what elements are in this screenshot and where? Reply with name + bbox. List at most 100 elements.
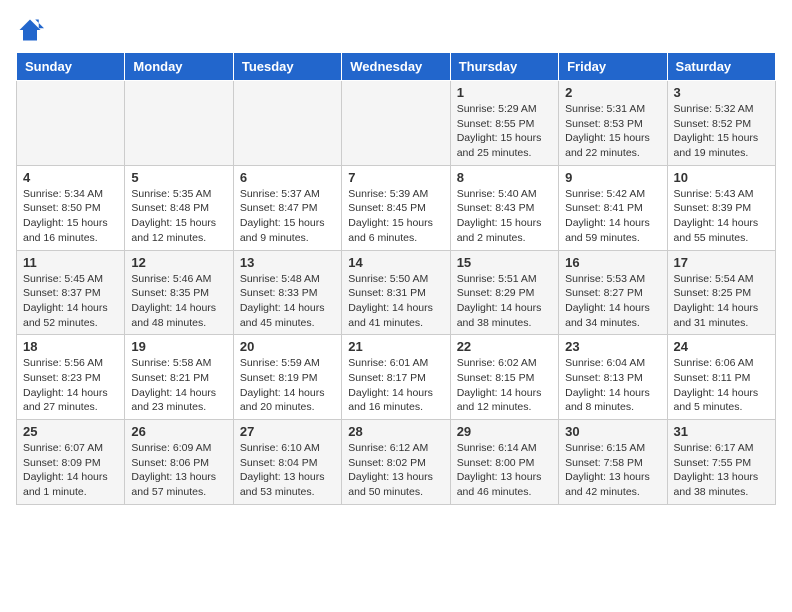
day-number: 22	[457, 339, 552, 354]
calendar-cell: 27 Sunrise: 6:10 AMSunset: 8:04 PMDayligh…	[233, 420, 341, 505]
day-info: Sunrise: 6:10 AMSunset: 8:04 PMDaylight:…	[240, 441, 335, 500]
day-info: Sunrise: 6:01 AMSunset: 8:17 PMDaylight:…	[348, 356, 443, 415]
calendar-cell: 1Sunrise: 5:29 AMSunset: 8:55 PMDaylight…	[450, 81, 558, 166]
calendar-cell: 15 Sunrise: 5:51 AMSunset: 8:29 PMDayligh…	[450, 250, 558, 335]
calendar-header-monday: Monday	[125, 53, 233, 81]
calendar-cell	[233, 81, 341, 166]
calendar-cell	[17, 81, 125, 166]
day-info: Sunrise: 6:02 AMSunset: 8:15 PMDaylight:…	[457, 356, 552, 415]
day-info: Sunrise: 5:45 AMSunset: 8:37 PMDaylight:…	[23, 272, 118, 331]
day-info: Sunrise: 6:12 AMSunset: 8:02 PMDaylight:…	[348, 441, 443, 500]
day-number: 2	[565, 85, 660, 100]
day-info: Sunrise: 5:34 AMSunset: 8:50 PMDaylight:…	[23, 187, 118, 246]
calendar-cell	[342, 81, 450, 166]
day-number: 7	[348, 170, 443, 185]
calendar-cell: 9 Sunrise: 5:42 AMSunset: 8:41 PMDaylight…	[559, 165, 667, 250]
day-number: 13	[240, 255, 335, 270]
day-number: 26	[131, 424, 226, 439]
day-number: 27	[240, 424, 335, 439]
day-info: Sunrise: 5:46 AMSunset: 8:35 PMDaylight:…	[131, 272, 226, 331]
day-info: Sunrise: 5:58 AMSunset: 8:21 PMDaylight:…	[131, 356, 226, 415]
calendar-cell	[125, 81, 233, 166]
day-number: 4	[23, 170, 118, 185]
calendar-header-wednesday: Wednesday	[342, 53, 450, 81]
logo	[16, 16, 48, 44]
day-info: Sunrise: 6:07 AMSunset: 8:09 PMDaylight:…	[23, 441, 118, 500]
calendar-cell: 2 Sunrise: 5:31 AMSunset: 8:53 PMDaylight…	[559, 81, 667, 166]
calendar-cell: 31 Sunrise: 6:17 AMSunset: 7:55 PMDayligh…	[667, 420, 775, 505]
calendar-cell: 7Sunrise: 5:39 AMSunset: 8:45 PMDaylight…	[342, 165, 450, 250]
calendar-cell: 26 Sunrise: 6:09 AMSunset: 8:06 PMDayligh…	[125, 420, 233, 505]
day-number: 29	[457, 424, 552, 439]
calendar-cell: 20 Sunrise: 5:59 AMSunset: 8:19 PMDayligh…	[233, 335, 341, 420]
day-info: Sunrise: 6:15 AMSunset: 7:58 PMDaylight:…	[565, 441, 660, 500]
day-number: 8	[457, 170, 552, 185]
day-info: Sunrise: 5:43 AMSunset: 8:39 PMDaylight:…	[674, 187, 769, 246]
calendar-cell: 17 Sunrise: 5:54 AMSunset: 8:25 PMDayligh…	[667, 250, 775, 335]
calendar-week-row: 11 Sunrise: 5:45 AMSunset: 8:37 PMDayligh…	[17, 250, 776, 335]
day-number: 25	[23, 424, 118, 439]
day-number: 17	[674, 255, 769, 270]
day-info: Sunrise: 5:50 AMSunset: 8:31 PMDaylight:…	[348, 272, 443, 331]
day-info: Sunrise: 5:59 AMSunset: 8:19 PMDaylight:…	[240, 356, 335, 415]
day-number: 15	[457, 255, 552, 270]
day-info: Sunrise: 5:42 AMSunset: 8:41 PMDaylight:…	[565, 187, 660, 246]
calendar-week-row: 25 Sunrise: 6:07 AMSunset: 8:09 PMDayligh…	[17, 420, 776, 505]
calendar-header-sunday: Sunday	[17, 53, 125, 81]
day-number: 10	[674, 170, 769, 185]
day-info: Sunrise: 5:35 AMSunset: 8:48 PMDaylight:…	[131, 187, 226, 246]
calendar-cell: 13 Sunrise: 5:48 AMSunset: 8:33 PMDayligh…	[233, 250, 341, 335]
day-number: 1	[457, 85, 552, 100]
calendar-cell: 11 Sunrise: 5:45 AMSunset: 8:37 PMDayligh…	[17, 250, 125, 335]
calendar-cell: 12Sunrise: 5:46 AMSunset: 8:35 PMDayligh…	[125, 250, 233, 335]
calendar-cell: 30Sunrise: 6:15 AMSunset: 7:58 PMDayligh…	[559, 420, 667, 505]
calendar-week-row: 18 Sunrise: 5:56 AMSunset: 8:23 PMDayligh…	[17, 335, 776, 420]
calendar-header-saturday: Saturday	[667, 53, 775, 81]
calendar-cell: 4 Sunrise: 5:34 AMSunset: 8:50 PMDaylight…	[17, 165, 125, 250]
day-number: 11	[23, 255, 118, 270]
day-info: Sunrise: 6:09 AMSunset: 8:06 PMDaylight:…	[131, 441, 226, 500]
calendar-header-friday: Friday	[559, 53, 667, 81]
day-number: 18	[23, 339, 118, 354]
day-number: 28	[348, 424, 443, 439]
day-info: Sunrise: 5:53 AMSunset: 8:27 PMDaylight:…	[565, 272, 660, 331]
day-number: 23	[565, 339, 660, 354]
calendar-cell: 8 Sunrise: 5:40 AMSunset: 8:43 PMDaylight…	[450, 165, 558, 250]
day-info: Sunrise: 5:54 AMSunset: 8:25 PMDaylight:…	[674, 272, 769, 331]
calendar-cell: 18 Sunrise: 5:56 AMSunset: 8:23 PMDayligh…	[17, 335, 125, 420]
day-info: Sunrise: 5:37 AMSunset: 8:47 PMDaylight:…	[240, 187, 335, 246]
day-info: Sunrise: 5:31 AMSunset: 8:53 PMDaylight:…	[565, 102, 660, 161]
calendar-header-thursday: Thursday	[450, 53, 558, 81]
day-number: 5	[131, 170, 226, 185]
calendar-cell: 5 Sunrise: 5:35 AMSunset: 8:48 PMDaylight…	[125, 165, 233, 250]
day-info: Sunrise: 5:40 AMSunset: 8:43 PMDaylight:…	[457, 187, 552, 246]
day-number: 9	[565, 170, 660, 185]
calendar-week-row: 4 Sunrise: 5:34 AMSunset: 8:50 PMDaylight…	[17, 165, 776, 250]
day-number: 14	[348, 255, 443, 270]
calendar-header-tuesday: Tuesday	[233, 53, 341, 81]
day-info: Sunrise: 5:51 AMSunset: 8:29 PMDaylight:…	[457, 272, 552, 331]
header	[16, 16, 776, 44]
calendar-table: SundayMondayTuesdayWednesdayThursdayFrid…	[16, 52, 776, 505]
day-number: 20	[240, 339, 335, 354]
calendar-cell: 16Sunrise: 5:53 AMSunset: 8:27 PMDayligh…	[559, 250, 667, 335]
day-info: Sunrise: 6:06 AMSunset: 8:11 PMDaylight:…	[674, 356, 769, 415]
day-number: 31	[674, 424, 769, 439]
day-info: Sunrise: 5:56 AMSunset: 8:23 PMDaylight:…	[23, 356, 118, 415]
calendar-week-row: 1Sunrise: 5:29 AMSunset: 8:55 PMDaylight…	[17, 81, 776, 166]
calendar-cell: 21 Sunrise: 6:01 AMSunset: 8:17 PMDayligh…	[342, 335, 450, 420]
calendar-cell: 23Sunrise: 6:04 AMSunset: 8:13 PMDayligh…	[559, 335, 667, 420]
day-info: Sunrise: 6:17 AMSunset: 7:55 PMDaylight:…	[674, 441, 769, 500]
calendar-cell: 29Sunrise: 6:14 AMSunset: 8:00 PMDayligh…	[450, 420, 558, 505]
calendar-cell: 6 Sunrise: 5:37 AMSunset: 8:47 PMDaylight…	[233, 165, 341, 250]
calendar-cell: 25 Sunrise: 6:07 AMSunset: 8:09 PMDayligh…	[17, 420, 125, 505]
calendar-cell: 22 Sunrise: 6:02 AMSunset: 8:15 PMDayligh…	[450, 335, 558, 420]
day-number: 21	[348, 339, 443, 354]
day-number: 6	[240, 170, 335, 185]
day-info: Sunrise: 5:48 AMSunset: 8:33 PMDaylight:…	[240, 272, 335, 331]
calendar-header-row: SundayMondayTuesdayWednesdayThursdayFrid…	[17, 53, 776, 81]
calendar-cell: 28 Sunrise: 6:12 AMSunset: 8:02 PMDayligh…	[342, 420, 450, 505]
calendar-cell: 10 Sunrise: 5:43 AMSunset: 8:39 PMDayligh…	[667, 165, 775, 250]
day-number: 19	[131, 339, 226, 354]
logo-icon	[16, 16, 44, 44]
